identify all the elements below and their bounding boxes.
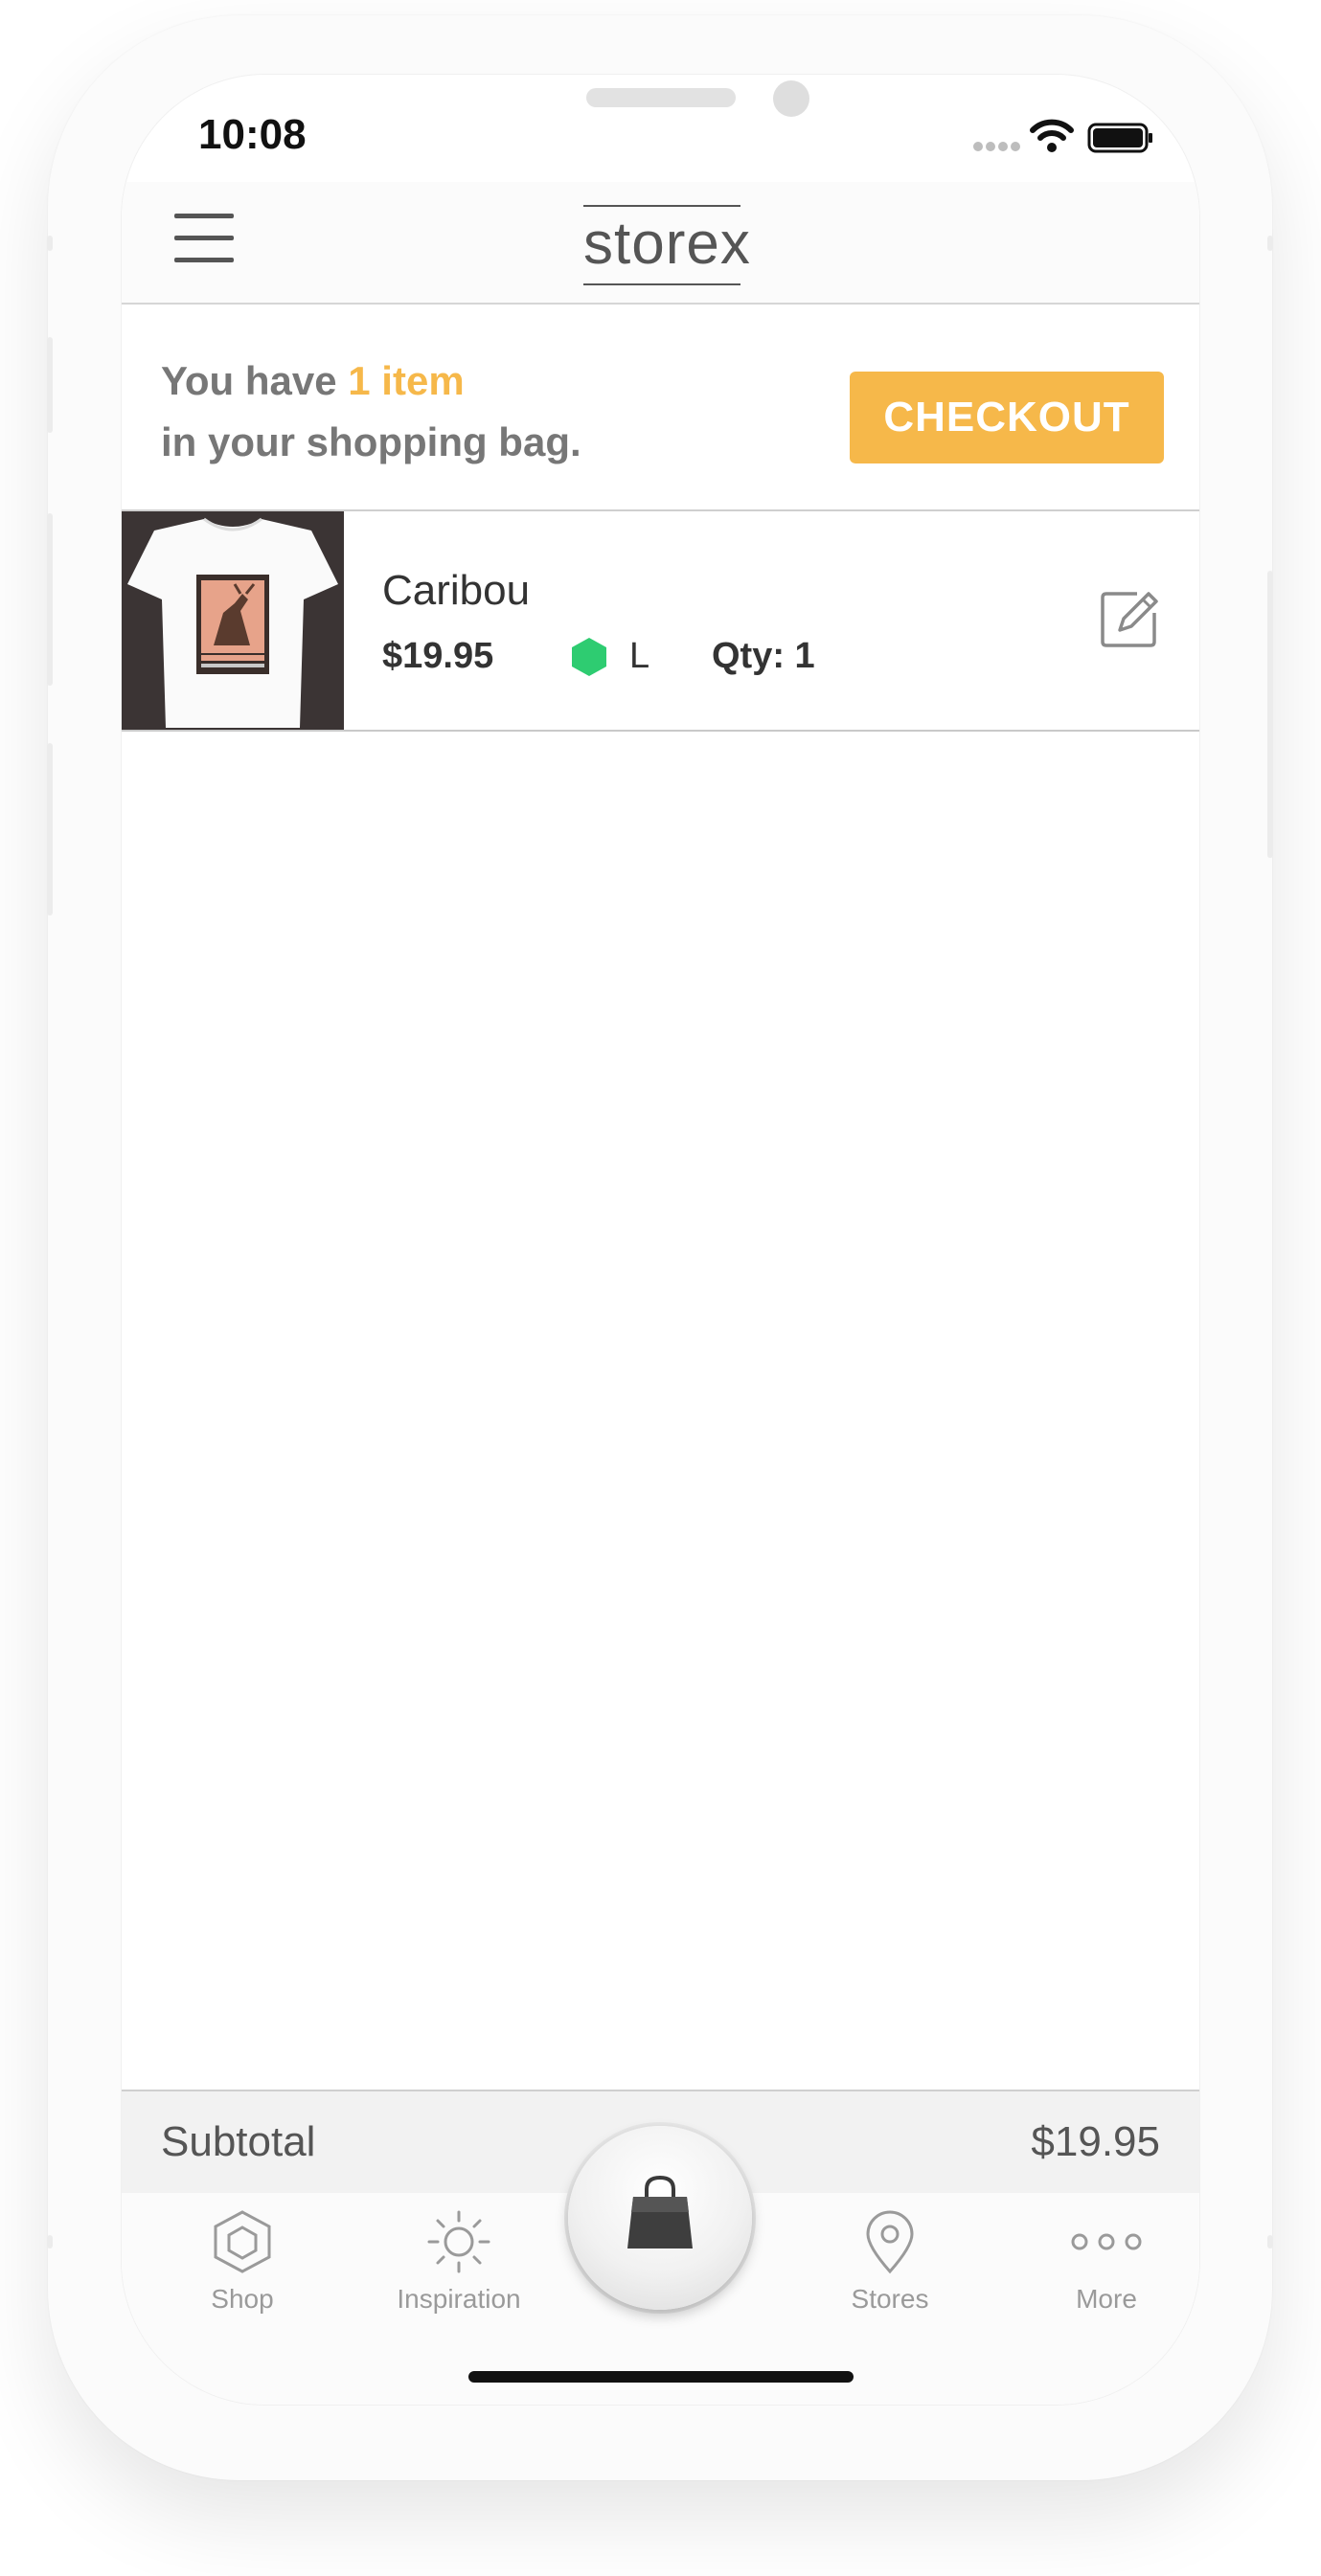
shopping-bag-icon	[627, 2175, 693, 2248]
product-quantity: Qty: 1	[712, 636, 815, 676]
hexagon-shop-icon	[214, 2210, 271, 2273]
subtotal-value: $19.95	[1031, 2118, 1160, 2165]
wifi-icon	[1030, 119, 1074, 152]
bag-message-prefix: You have	[161, 358, 349, 403]
brand-logo[interactable]: storex	[583, 205, 750, 285]
front-camera	[773, 80, 809, 117]
tab-stores[interactable]: Stores	[813, 2208, 967, 2315]
tab-stores-label: Stores	[851, 2284, 929, 2314]
tab-shop[interactable]: Shop	[166, 2208, 319, 2315]
device-side-button	[47, 743, 53, 915]
status-time: 10:08	[198, 111, 307, 158]
device-side-button	[1267, 571, 1273, 858]
hamburger-menu-icon[interactable]	[174, 214, 234, 267]
sun-inspiration-icon	[427, 2210, 490, 2273]
tab-inspiration-label: Inspiration	[397, 2284, 521, 2314]
cart-item-row[interactable]: Caribou $19.95 L Qty: 1	[122, 511, 1199, 732]
device-side-button	[47, 337, 53, 433]
tab-more-label: More	[1076, 2284, 1137, 2314]
device-side-button	[47, 513, 53, 686]
map-pin-stores-icon	[866, 2210, 914, 2274]
tab-inspiration[interactable]: Inspiration	[382, 2208, 535, 2315]
menu-bar	[174, 236, 234, 240]
speaker-grille	[586, 88, 736, 107]
app-screen: 10:08 storex You have 1 item in your sho…	[122, 75, 1199, 2405]
product-thumbnail	[122, 511, 344, 730]
menu-bar	[174, 214, 234, 218]
home-indicator[interactable]	[468, 2371, 854, 2383]
signal-icon	[973, 142, 1020, 151]
bag-summary-banner: You have 1 item in your shopping bag. CH…	[122, 305, 1199, 511]
product-name: Caribou	[382, 567, 531, 614]
edit-icon[interactable]	[1099, 588, 1160, 649]
tshirt-image	[122, 511, 344, 730]
bag-item-count: 1 item	[348, 358, 465, 403]
product-size: L	[629, 636, 650, 676]
device-side-button	[47, 2235, 53, 2248]
tab-shop-label: Shop	[211, 2284, 274, 2314]
device-side-button	[1267, 236, 1273, 251]
product-price: $19.95	[382, 636, 494, 676]
top-nav: storex	[122, 182, 1199, 305]
ellipsis-more-icon	[1071, 2233, 1142, 2250]
bag-message: You have 1 item in your shopping bag.	[161, 350, 581, 473]
status-bar: 10:08	[122, 75, 1199, 180]
subtotal-label: Subtotal	[161, 2118, 316, 2165]
device-side-button	[47, 236, 53, 251]
device-side-button	[1267, 2235, 1273, 2248]
menu-bar	[174, 258, 234, 262]
tab-more[interactable]: More	[1030, 2208, 1183, 2315]
checkout-button[interactable]: CHECKOUT	[850, 372, 1164, 463]
bag-message-suffix: in your shopping bag.	[161, 419, 581, 464]
shopping-bag-button[interactable]	[568, 2126, 752, 2310]
color-swatch-hexagon-icon	[572, 638, 606, 676]
battery-icon	[1087, 123, 1152, 153]
